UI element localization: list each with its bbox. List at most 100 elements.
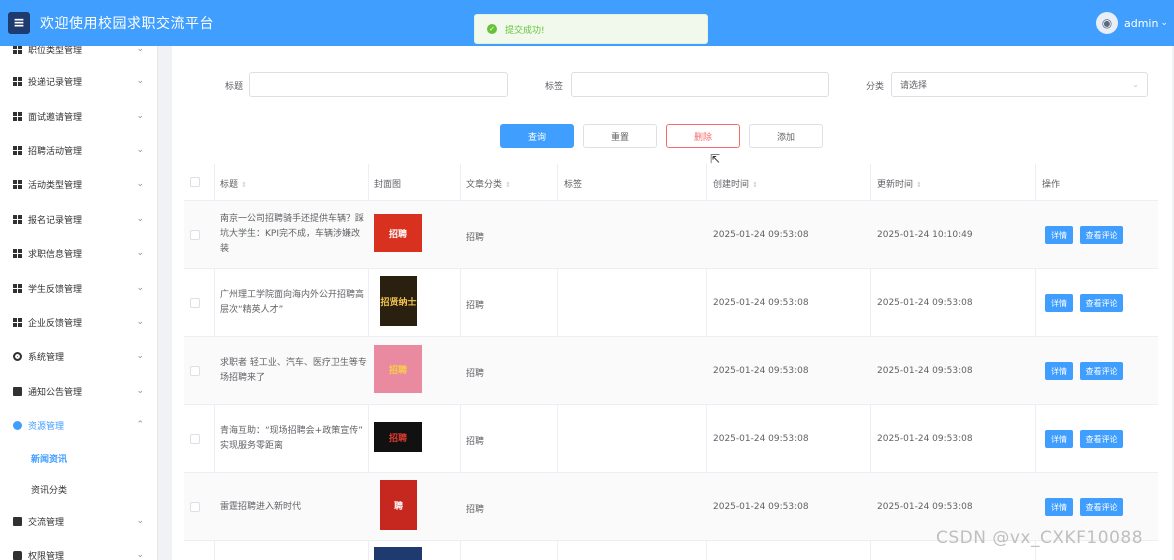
- sort-icon: ⇕: [505, 181, 511, 189]
- detail-button[interactable]: 详情: [1045, 294, 1073, 312]
- title-search-input[interactable]: [249, 72, 508, 97]
- sidebar-item-resource[interactable]: 资源管理 ⌃: [0, 415, 157, 435]
- watermark: CSDN @vx_CXKF10088: [936, 528, 1144, 548]
- row-category: 招聘: [466, 369, 485, 379]
- row-title: 求职者 轻工业、汽车、医疗卫生等专场招聘来了: [220, 358, 367, 383]
- hamburger-icon[interactable]: ≡: [8, 12, 30, 34]
- table-header: 标题 ⇕ 封面图 文章分类 ⇕ 标签 创建时间 ⇕ 更新时间 ⇕ 操作: [184, 164, 1158, 201]
- row-category: 招聘: [466, 505, 485, 515]
- tag-search-input[interactable]: [571, 72, 829, 97]
- sidebar-item-job-seeking[interactable]: 求职信息管理 ⌄: [0, 243, 157, 263]
- chevron-down-icon: ⌄: [136, 317, 144, 327]
- view-comments-button[interactable]: 查看评论: [1080, 498, 1123, 516]
- chevron-up-icon: ⌃: [136, 420, 144, 430]
- select-all-checkbox[interactable]: [190, 177, 200, 187]
- row-created: 2025-01-24 09:53:08: [713, 298, 809, 308]
- sidebar-subitem-news[interactable]: 新闻资讯: [0, 449, 157, 467]
- view-comments-button[interactable]: 查看评论: [1080, 226, 1123, 244]
- chevron-down-icon: ⌄: [1160, 18, 1168, 28]
- row-category: 招聘: [466, 437, 485, 447]
- view-comments-button[interactable]: 查看评论: [1080, 430, 1123, 448]
- sidebar-item-student-feedback[interactable]: 学生反馈管理 ⌄: [0, 278, 157, 298]
- sidebar-item-exchange[interactable]: 交流管理 ⌄: [0, 511, 157, 531]
- sidebar: 职位类型管理 ⌄ 投递记录管理 ⌄ 面试邀请管理 ⌄ 招聘活动管理 ⌄ 活动类型管理 ⌄ …: [0, 46, 158, 560]
- table-row[interactable]: 求职者 轻工业、汽车、医疗卫生等专场招聘来了 招聘 招聘 2025-01-24 …: [184, 337, 1158, 405]
- sidebar-subitem-news-category[interactable]: 资讯分类: [0, 480, 157, 498]
- chevron-down-icon: ⌄: [136, 351, 144, 361]
- category-label: 分类: [866, 82, 885, 92]
- sort-icon: ⇕: [916, 181, 922, 189]
- sidebar-item-permission[interactable]: 权限管理 ⌄: [0, 545, 157, 560]
- chevron-down-icon: ⌄: [136, 386, 144, 396]
- app-title: 欢迎使用校园求职交流平台: [40, 16, 214, 32]
- row-created: 2025-01-24 09:53:08: [713, 502, 809, 512]
- tag-label: 标签: [545, 82, 564, 92]
- row-updated: 2025-01-24 10:10:49: [877, 230, 973, 240]
- category-select-value: 请选择: [900, 81, 928, 91]
- delete-button[interactable]: 删除: [666, 124, 740, 148]
- sidebar-item-interview[interactable]: 面试邀请管理 ⌄: [0, 106, 157, 126]
- row-created: 2025-01-24 09:53:08: [713, 366, 809, 376]
- sidebar-item-company-feedback[interactable]: 企业反馈管理 ⌄: [0, 312, 157, 332]
- cover-image: 聘: [380, 480, 417, 530]
- header-category[interactable]: 文章分类 ⇕: [466, 177, 511, 190]
- sidebar-item-system[interactable]: 系统管理 ⌄: [0, 346, 157, 366]
- grid-icon: [13, 248, 22, 258]
- check-circle-icon: ✓: [487, 24, 497, 34]
- user-menu[interactable]: ◉ admin ⌄: [1095, 12, 1168, 34]
- sidebar-item-event-type[interactable]: 活动类型管理 ⌄: [0, 174, 157, 194]
- row-checkbox[interactable]: [190, 366, 200, 376]
- row-checkbox[interactable]: [190, 230, 200, 240]
- cover-image: 招聘: [374, 422, 422, 452]
- reset-button[interactable]: 重置: [583, 124, 657, 148]
- view-comments-button[interactable]: 查看评论: [1080, 294, 1123, 312]
- chevron-down-icon: ⌄: [136, 46, 144, 54]
- table-row[interactable]: 广州理工学院面向海内外公开招聘高层次“精英人才” 招贤纳士 招聘 2025-01…: [184, 269, 1158, 337]
- row-checkbox[interactable]: [190, 434, 200, 444]
- detail-button[interactable]: 详情: [1045, 362, 1073, 380]
- chevron-down-icon: ⌄: [1132, 80, 1139, 89]
- row-checkbox[interactable]: [190, 298, 200, 308]
- sidebar-item-delivery[interactable]: 投递记录管理 ⌄: [0, 71, 157, 91]
- sidebar-item-job-type[interactable]: 职位类型管理 ⌄: [0, 46, 157, 59]
- row-updated: 2025-01-24 09:53:08: [877, 434, 973, 444]
- row-category: 招聘: [466, 301, 485, 311]
- category-select[interactable]: 请选择 ⌄: [891, 72, 1148, 97]
- header-updated[interactable]: 更新时间 ⇕: [877, 177, 922, 190]
- document-icon: [13, 386, 22, 396]
- grid-icon: [13, 111, 22, 121]
- header-title[interactable]: 标题 ⇕: [220, 177, 247, 190]
- add-button[interactable]: 添加: [749, 124, 823, 148]
- table-row[interactable]: 青海互助：“现场招聘会+政策宣传” 实现服务零距离 招聘 招聘 2025-01-…: [184, 405, 1158, 473]
- chevron-down-icon: ⌄: [136, 111, 144, 121]
- plus-circle-icon: [13, 420, 22, 430]
- query-button[interactable]: 查询: [500, 124, 574, 148]
- sort-icon: ⇕: [752, 181, 758, 189]
- gear-icon: [13, 351, 22, 361]
- detail-button[interactable]: 详情: [1045, 498, 1073, 516]
- chevron-down-icon: ⌄: [136, 214, 144, 224]
- row-updated: 2025-01-24 09:53:08: [877, 366, 973, 376]
- row-title: 广州理工学院面向海内外公开招聘高层次“精英人才”: [220, 290, 365, 315]
- header-created[interactable]: 创建时间 ⇕: [713, 177, 758, 190]
- sidebar-item-recruit-event[interactable]: 招聘活动管理 ⌄: [0, 140, 157, 160]
- cover-image: 招贤纳士: [380, 276, 417, 326]
- header-cover: 封面图: [374, 180, 402, 190]
- table-row[interactable]: 南京一公司招聘骑手还提供车辆？踩坑大学生：KPI完不成，车辆涉嫌改装 招聘 招聘…: [184, 201, 1158, 269]
- sidebar-item-signup[interactable]: 报名记录管理 ⌄: [0, 209, 157, 229]
- chevron-down-icon: ⌄: [136, 248, 144, 258]
- view-comments-button[interactable]: 查看评论: [1080, 362, 1123, 380]
- row-checkbox[interactable]: [190, 502, 200, 512]
- avatar: ◉: [1095, 12, 1118, 34]
- grid-icon: [13, 214, 22, 224]
- search-form: 标题 标签 分类 请选择 ⌄: [172, 72, 1172, 98]
- lock-icon: [13, 550, 22, 560]
- chevron-down-icon: ⌄: [136, 516, 144, 526]
- row-category: 招聘: [466, 233, 485, 243]
- sidebar-item-notice[interactable]: 通知公告管理 ⌄: [0, 381, 157, 401]
- detail-button[interactable]: 详情: [1045, 226, 1073, 244]
- toast-message: 提交成功!: [505, 25, 545, 36]
- sort-icon: ⇕: [241, 181, 247, 189]
- detail-button[interactable]: 详情: [1045, 430, 1073, 448]
- header-actions: 操作: [1042, 180, 1061, 190]
